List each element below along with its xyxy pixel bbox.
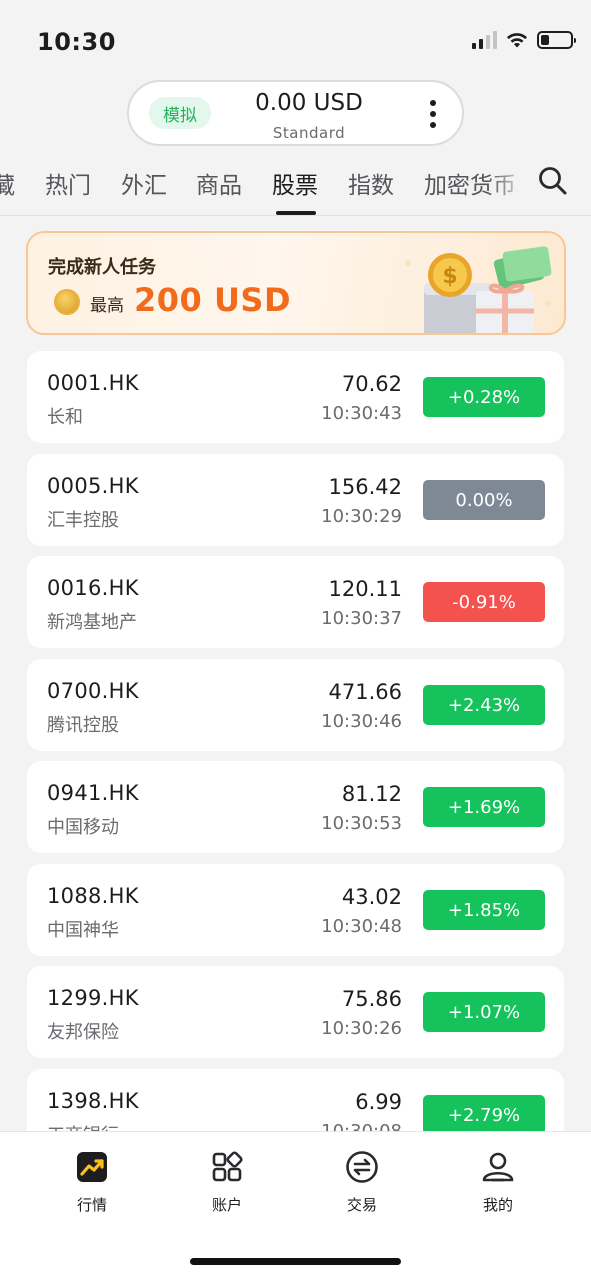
active-tab-indicator	[276, 211, 316, 215]
category-tabs: 藏 热门 外汇 商品 股票 指数 加密货币	[0, 158, 591, 216]
promo-title: 完成新人任务	[48, 257, 156, 278]
quote-row[interactable]: 0005.HK 汇丰控股 156.42 10:30:29 0.00%	[27, 454, 564, 546]
quote-name: 中国神华	[47, 920, 119, 941]
tab-popular[interactable]: 热门	[45, 166, 91, 200]
quote-price: 81.12	[341, 782, 402, 806]
quote-price: 43.02	[341, 885, 402, 909]
quote-price: 70.62	[341, 372, 402, 396]
nav-account[interactable]: 账户	[177, 1150, 277, 1215]
quote-row[interactable]: 1088.HK 中国神华 43.02 10:30:48 +1.85%	[27, 864, 564, 956]
quote-row[interactable]: 0001.HK 长和 70.62 10:30:43 +0.28%	[27, 351, 564, 443]
quote-name: 汇丰控股	[47, 510, 119, 531]
tab-stocks[interactable]: 股票	[272, 166, 318, 200]
quote-symbol: 0941.HK	[47, 781, 139, 805]
quote-symbol: 1299.HK	[47, 986, 139, 1010]
tab-indices[interactable]: 指数	[348, 166, 394, 200]
tab-forex[interactable]: 外汇	[121, 166, 167, 200]
change-badge[interactable]: 0.00%	[423, 480, 545, 520]
coin-icon	[54, 289, 80, 315]
quote-time: 10:30:29	[321, 506, 402, 527]
quote-time: 10:30:48	[321, 916, 402, 937]
change-badge[interactable]: +1.85%	[423, 890, 545, 930]
promo-prefix: 最高	[90, 296, 124, 316]
change-badge[interactable]: +2.79%	[423, 1095, 545, 1135]
nav-label: 我的	[482, 1196, 513, 1214]
grid-apps-icon	[212, 1151, 243, 1182]
nav-label: 账户	[211, 1196, 242, 1214]
change-badge[interactable]: +1.69%	[423, 787, 545, 827]
nav-trade[interactable]: 交易	[312, 1150, 412, 1215]
status-icons	[472, 31, 576, 49]
wifi-icon	[507, 33, 527, 48]
quote-row[interactable]: 1299.HK 友邦保险 75.86 10:30:26 +1.07%	[27, 966, 564, 1058]
search-icon	[539, 167, 567, 195]
change-badge[interactable]: +2.43%	[423, 685, 545, 725]
change-badge[interactable]: +1.07%	[423, 992, 545, 1032]
nav-label: 行情	[76, 1196, 107, 1214]
quote-time: 10:30:37	[321, 608, 402, 629]
quote-price: 120.11	[328, 577, 402, 601]
quote-price: 471.66	[328, 680, 402, 704]
quote-price: 75.86	[341, 987, 402, 1011]
quote-time: 10:30:26	[321, 1018, 402, 1039]
account-balance: 0.00 USD	[255, 90, 363, 116]
change-badge[interactable]: -0.91%	[423, 582, 545, 622]
tab-favorites[interactable]: 藏	[0, 166, 15, 200]
account-switcher[interactable]: 模拟 0.00 USD Standard	[127, 80, 464, 146]
change-badge[interactable]: +0.28%	[423, 377, 545, 417]
svg-text:$: $	[442, 264, 457, 289]
quote-row[interactable]: 0016.HK 新鸿基地产 120.11 10:30:37 -0.91%	[27, 556, 564, 648]
newbie-task-banner[interactable]: 完成新人任务 最高 200 USD $	[26, 231, 566, 335]
quote-time: 10:30:43	[321, 403, 402, 424]
quote-name: 友邦保险	[47, 1022, 119, 1043]
quote-time: 10:30:46	[321, 711, 402, 732]
tab-overflow-fade	[488, 158, 528, 214]
cellular-signal-icon	[472, 31, 497, 49]
quote-symbol: 1088.HK	[47, 884, 139, 908]
quote-price: 6.99	[355, 1090, 402, 1114]
quote-name: 腾讯控股	[47, 715, 119, 736]
status-bar: 10:30	[0, 0, 591, 80]
nav-market[interactable]: 行情	[42, 1150, 142, 1215]
nav-profile[interactable]: 我的	[448, 1150, 548, 1215]
gift-money-illustration: $	[405, 246, 552, 333]
quote-symbol: 0700.HK	[47, 679, 139, 703]
tab-commodities[interactable]: 商品	[196, 166, 242, 200]
more-options-icon[interactable]	[428, 100, 438, 128]
quote-symbol: 0005.HK	[47, 474, 139, 498]
promo-reward-amount: 200 USD	[134, 281, 292, 319]
quote-row[interactable]: 0941.HK 中国移动 81.12 10:30:53 +1.69%	[27, 761, 564, 853]
quote-price: 156.42	[328, 475, 402, 499]
quote-name: 中国移动	[47, 817, 119, 838]
status-time: 10:30	[37, 28, 116, 56]
quote-row[interactable]: 0700.HK 腾讯控股 471.66 10:30:46 +2.43%	[27, 659, 564, 751]
quote-name: 长和	[47, 407, 83, 428]
quote-symbol: 0001.HK	[47, 371, 139, 395]
search-button[interactable]	[536, 164, 570, 198]
exchange-arrows-icon	[346, 1151, 378, 1183]
quote-symbol: 0016.HK	[47, 576, 139, 600]
market-chart-icon	[77, 1152, 107, 1182]
user-profile-icon	[482, 1152, 514, 1182]
quote-time: 10:30:53	[321, 813, 402, 834]
home-indicator[interactable]	[190, 1258, 401, 1265]
quote-name: 新鸿基地产	[47, 612, 137, 633]
nav-label: 交易	[346, 1196, 377, 1214]
account-type: Standard	[272, 124, 346, 142]
quote-symbol: 1398.HK	[47, 1089, 139, 1113]
battery-icon	[537, 31, 576, 49]
demo-mode-badge: 模拟	[149, 97, 211, 129]
